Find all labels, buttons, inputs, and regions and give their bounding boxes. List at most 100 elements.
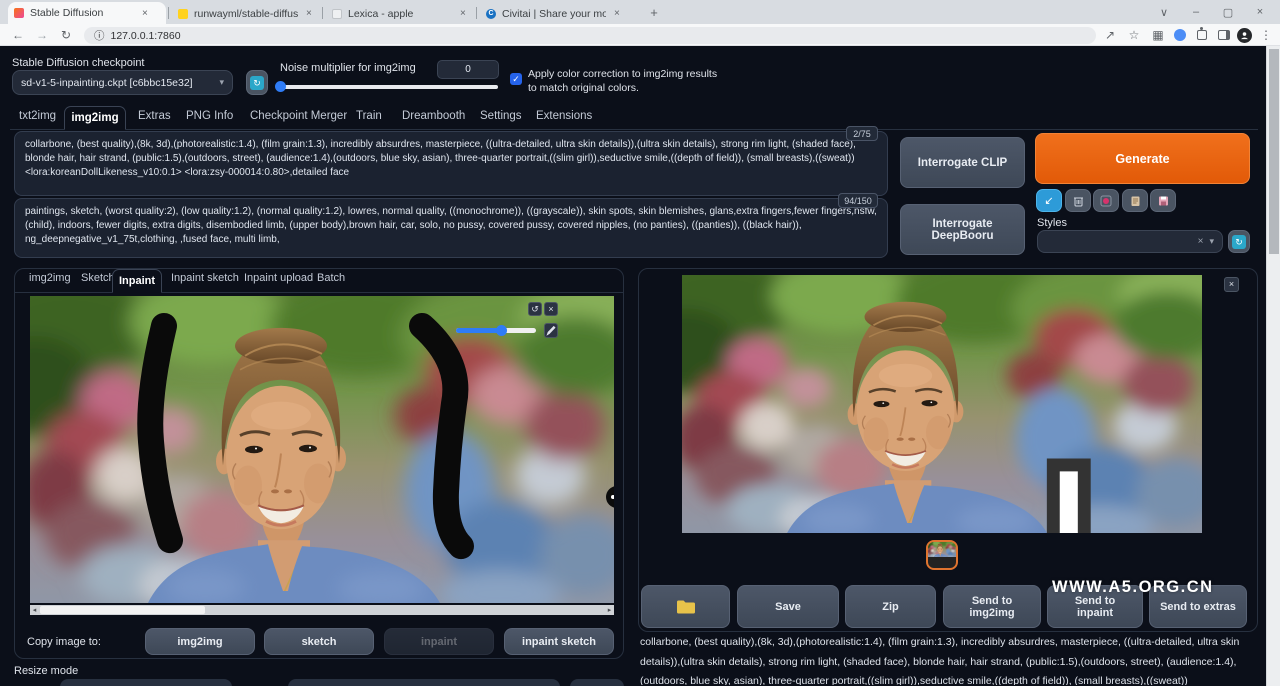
save-style-button[interactable]	[1150, 189, 1176, 212]
new-tab-button[interactable]: +	[645, 4, 663, 22]
gallery-thumbnail-selected[interactable]	[926, 540, 958, 570]
styles-refresh-button[interactable]: ↻	[1228, 230, 1250, 253]
chevron-down-icon: ▾	[219, 77, 224, 88]
reload-icon[interactable]: ↻	[56, 25, 76, 45]
profile-avatar[interactable]	[1234, 25, 1254, 45]
subtab-batch[interactable]: Batch	[317, 272, 345, 284]
resize-mode-option[interactable]	[60, 679, 232, 686]
sidebar-icon[interactable]	[1214, 25, 1234, 45]
window-chevron-icon[interactable]: ∨	[1148, 6, 1180, 19]
browser-tab-stable-diffusion[interactable]: Stable Diffusion ×	[8, 2, 166, 24]
clipboard-icon	[1130, 195, 1141, 207]
styles-dropdown[interactable]: × ▾	[1037, 230, 1223, 253]
checkpoint-dropdown[interactable]: sd-v1-5-inpainting.ckpt [c6bbc15e32] ▾	[12, 70, 233, 95]
hscroll-thumb[interactable]	[40, 606, 205, 614]
tab-close-icon[interactable]: ×	[140, 8, 150, 19]
url-text: 127.0.0.1:7860	[111, 30, 181, 42]
paste-generation-params-button[interactable]: ↙	[1036, 189, 1062, 212]
tab-dreambooth[interactable]: Dreambooth	[402, 110, 465, 122]
tab-checkpoint-merger[interactable]: Checkpoint Merger	[250, 110, 347, 122]
subtab-inpaint-sketch[interactable]: Inpaint sketch	[171, 272, 239, 284]
extra-networks-icon	[1100, 195, 1112, 207]
bookmark-star-icon[interactable]: ☆	[1124, 25, 1144, 45]
extension-grid-icon[interactable]: ▦	[1148, 25, 1168, 45]
tab-img2img[interactable]: img2img	[64, 106, 126, 130]
extra-networks-button[interactable]	[1093, 189, 1119, 212]
subtab-inpaint[interactable]: Inpaint	[112, 269, 162, 293]
resize-mode-label: Resize mode	[14, 665, 78, 677]
main-tabs-underline	[10, 129, 1258, 130]
browser-tab-lexica[interactable]: Lexica - apple ×	[326, 4, 474, 23]
address-bar[interactable]: ⓘ 127.0.0.1:7860	[84, 27, 1096, 44]
save-button[interactable]: Save	[737, 585, 839, 628]
tab-train[interactable]: Train	[356, 110, 382, 122]
browser-tab-runwayml[interactable]: runwayml/stable-diffusion-inpai ×	[172, 4, 320, 23]
tab-txt2img[interactable]: txt2img	[19, 110, 56, 122]
watermark: WWW.A5.ORG.CN	[1052, 578, 1214, 597]
forward-icon[interactable]: →	[32, 25, 52, 45]
tab-extensions[interactable]: Extensions	[536, 110, 592, 122]
send-to-img2img-button[interactable]: Send to img2img	[943, 585, 1041, 628]
tab-settings[interactable]: Settings	[480, 110, 522, 122]
page-vscrollbar[interactable]	[1266, 46, 1280, 686]
refresh-icon: ↻	[250, 76, 264, 90]
subtab-inpaint-upload[interactable]: Inpaint upload	[244, 272, 313, 284]
vscroll-thumb[interactable]	[1269, 49, 1279, 254]
negative-prompt-textarea[interactable]: paintings, sketch, (worst quality:2), (l…	[14, 198, 888, 258]
browser-tab-civitai[interactable]: C Civitai | Share your models ×	[480, 4, 632, 23]
back-icon[interactable]: ←	[8, 25, 28, 45]
copy-to-inpaint-button: inpaint	[384, 628, 494, 655]
copy-to-img2img-button[interactable]: img2img	[145, 628, 255, 655]
checkpoint-refresh-button[interactable]: ↻	[246, 70, 268, 95]
lexica-favicon	[332, 9, 342, 19]
share-icon[interactable]: ↗	[1100, 25, 1120, 45]
inpaint-canvas[interactable]: ↺ ×	[30, 296, 614, 603]
generation-info-text: collarbone, (best quality),(8k, 3d),(pho…	[640, 633, 1248, 685]
tab-title: runwayml/stable-diffusion-inpai	[194, 8, 298, 20]
tab-close-icon[interactable]: ×	[612, 8, 622, 19]
copy-to-sketch-button[interactable]: sketch	[264, 628, 374, 655]
tab-close-icon[interactable]: ×	[458, 8, 468, 19]
extension-blue-icon[interactable]	[1170, 25, 1190, 45]
open-folder-button[interactable]	[641, 585, 730, 628]
noise-slider-handle[interactable]	[275, 81, 286, 92]
zip-button[interactable]: Zip	[845, 585, 936, 628]
resize-mode-option[interactable]	[288, 679, 560, 686]
window-close-icon[interactable]: ×	[1244, 6, 1276, 18]
color-correction-checkbox[interactable]: ✓	[510, 73, 522, 85]
tab-close-icon[interactable]: ×	[304, 8, 314, 19]
clear-image-icon[interactable]: ×	[544, 302, 558, 316]
extensions-puzzle-icon[interactable]	[1192, 25, 1212, 45]
undo-brush-icon[interactable]: ↺	[528, 302, 542, 316]
generate-button[interactable]: Generate	[1035, 133, 1250, 184]
canvas-hscrollbar[interactable]: ◂ ▸	[30, 605, 614, 615]
window-maximize-icon[interactable]: ▢	[1212, 6, 1244, 19]
prompt-textarea[interactable]: collarbone, (best quality),(8k, 3d),(pho…	[14, 131, 888, 196]
subtab-sketch[interactable]: Sketch	[81, 272, 115, 284]
result-image[interactable]	[682, 275, 1202, 533]
clear-prompt-button[interactable]	[1065, 189, 1091, 212]
tab-png-info[interactable]: PNG Info	[186, 110, 233, 122]
browser-menu-icon[interactable]: ⋮	[1256, 25, 1276, 45]
apply-styles-button[interactable]	[1122, 189, 1148, 212]
resize-mode-option[interactable]	[570, 679, 624, 686]
subtab-img2img[interactable]: img2img	[29, 272, 71, 284]
brush-slider-handle[interactable]	[496, 325, 507, 336]
close-gallery-icon[interactable]: ×	[1224, 277, 1239, 292]
scroll-right-icon[interactable]: ▸	[605, 606, 614, 614]
site-info-icon[interactable]: ⓘ	[94, 28, 105, 43]
tab-extras[interactable]: Extras	[138, 110, 171, 122]
clear-styles-icon[interactable]: ×	[1198, 236, 1204, 247]
window-minimize-icon[interactable]: –	[1180, 6, 1212, 18]
subtabs-underline	[15, 292, 623, 293]
brush-tool-icon[interactable]	[544, 323, 558, 338]
browser-tabstrip: Stable Diffusion × runwayml/stable-diffu…	[0, 0, 1280, 24]
copy-to-inpaint-sketch-button[interactable]: inpaint sketch	[504, 628, 614, 655]
noise-multiplier-slider[interactable]	[280, 85, 498, 89]
noise-multiplier-label: Noise multiplier for img2img	[280, 62, 416, 74]
interrogate-clip-button[interactable]: Interrogate CLIP	[900, 137, 1025, 188]
interrogate-deepbooru-button[interactable]: Interrogate DeepBooru	[900, 204, 1025, 255]
noise-multiplier-value[interactable]: 0	[437, 60, 499, 79]
scroll-left-icon[interactable]: ◂	[30, 606, 39, 614]
tab-divider	[476, 7, 477, 19]
